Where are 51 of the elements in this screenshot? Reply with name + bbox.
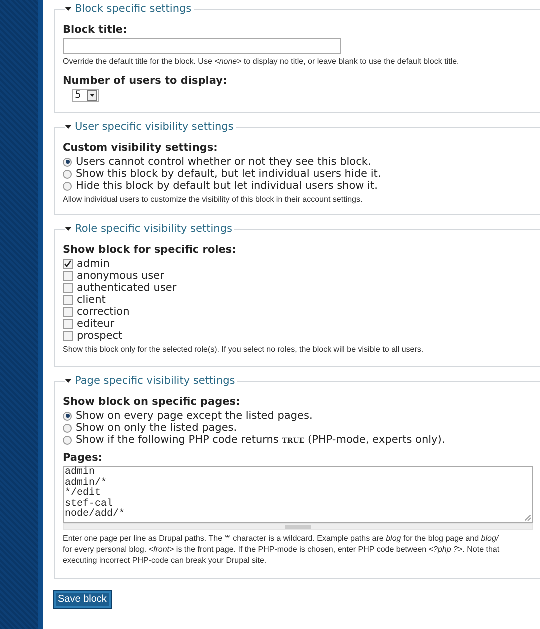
radio-button[interactable]: [63, 182, 72, 190]
collapse-arrow-icon[interactable]: [65, 227, 72, 231]
field-label: Show block for specific roles:: [63, 244, 238, 256]
checkbox[interactable]: [63, 319, 73, 329]
users-select[interactable]: 5: [72, 89, 99, 102]
field-description: Override the default title for the block. Use <none> to display no title, or leave blank to use the default block title.: [63, 57, 460, 66]
radio-label[interactable]: Hide this block by default but let individual users show it.: [76, 180, 378, 192]
field-label: Custom visibility settings:: [63, 142, 219, 154]
radio-label[interactable]: Show on every page except the listed pages.: [76, 410, 313, 422]
radio-button[interactable]: [63, 424, 72, 432]
field-description: Show this block only for the selected role(s). If you select no roles, the block will be visible to all users.: [63, 345, 425, 354]
radio-label[interactable]: Show this block by default, but let individual users hide it.: [76, 168, 382, 180]
radio-button[interactable]: [63, 412, 72, 420]
collapse-arrow-icon[interactable]: [65, 379, 72, 383]
checkbox-label[interactable]: prospect: [77, 330, 123, 342]
grippie-bar[interactable]: [63, 523, 533, 530]
radio-button[interactable]: [63, 170, 72, 178]
fieldset-legend[interactable]: Role specific visibility settings: [75, 223, 232, 235]
checkbox-label[interactable]: correction: [77, 306, 130, 318]
radio-button[interactable]: [63, 436, 72, 444]
pages-textarea[interactable]: admin admin/* */edit stef-cal node/add/*: [63, 466, 533, 523]
checkbox[interactable]: [63, 283, 73, 293]
field-label: Pages:: [63, 452, 104, 464]
field-label: Show block on specific pages:: [63, 396, 242, 408]
fieldset-legend[interactable]: Page specific visibility settings: [75, 375, 236, 387]
field-label: Block title:: [63, 24, 128, 36]
checkbox[interactable]: [63, 331, 73, 341]
radio-label[interactable]: Users cannot control whether or not they see this block.: [76, 156, 372, 168]
checkbox-label[interactable]: client: [77, 294, 106, 306]
fieldset-legend[interactable]: User specific visibility settings: [75, 121, 234, 133]
checkbox[interactable]: [63, 295, 73, 305]
radio-button[interactable]: [63, 158, 72, 166]
checkbox-label[interactable]: editeur: [77, 318, 115, 330]
radio-label[interactable]: Show on only the listed pages.: [76, 422, 238, 434]
field-description: Enter one page per line as Drupal paths. The '*' character is a wildcard. Example paths are blog for the blog page and blog/ for every personal blog. <front> is the front page. If the PHP-mode is chosen, enter PHP code between <?php ?>. Note that executing incorrect PHP-code can break your Drupal site.: [63, 533, 501, 566]
collapse-arrow-icon[interactable]: [65, 7, 72, 11]
checkbox-label[interactable]: anonymous user: [77, 270, 164, 282]
resize-grip-icon[interactable]: [525, 515, 531, 521]
title-input-field[interactable]: [63, 38, 341, 54]
checkbox[interactable]: [63, 271, 73, 281]
checkbox-label[interactable]: authenticated user: [77, 282, 177, 294]
select-value: 5: [75, 90, 82, 101]
save-button[interactable]: Save block: [54, 591, 111, 608]
fieldset-legend[interactable]: Block specific settings: [75, 3, 192, 15]
dropdown-caret-icon: [87, 90, 97, 101]
field-label: Number of users to display:: [63, 75, 228, 87]
checkbox-label[interactable]: admin: [77, 258, 110, 270]
checkbox[interactable]: [63, 259, 73, 269]
collapse-arrow-icon[interactable]: [65, 125, 72, 129]
checkbox[interactable]: [63, 307, 73, 317]
field-description: Allow individual users to customize the visibility of this block in their account settings.: [63, 195, 364, 204]
